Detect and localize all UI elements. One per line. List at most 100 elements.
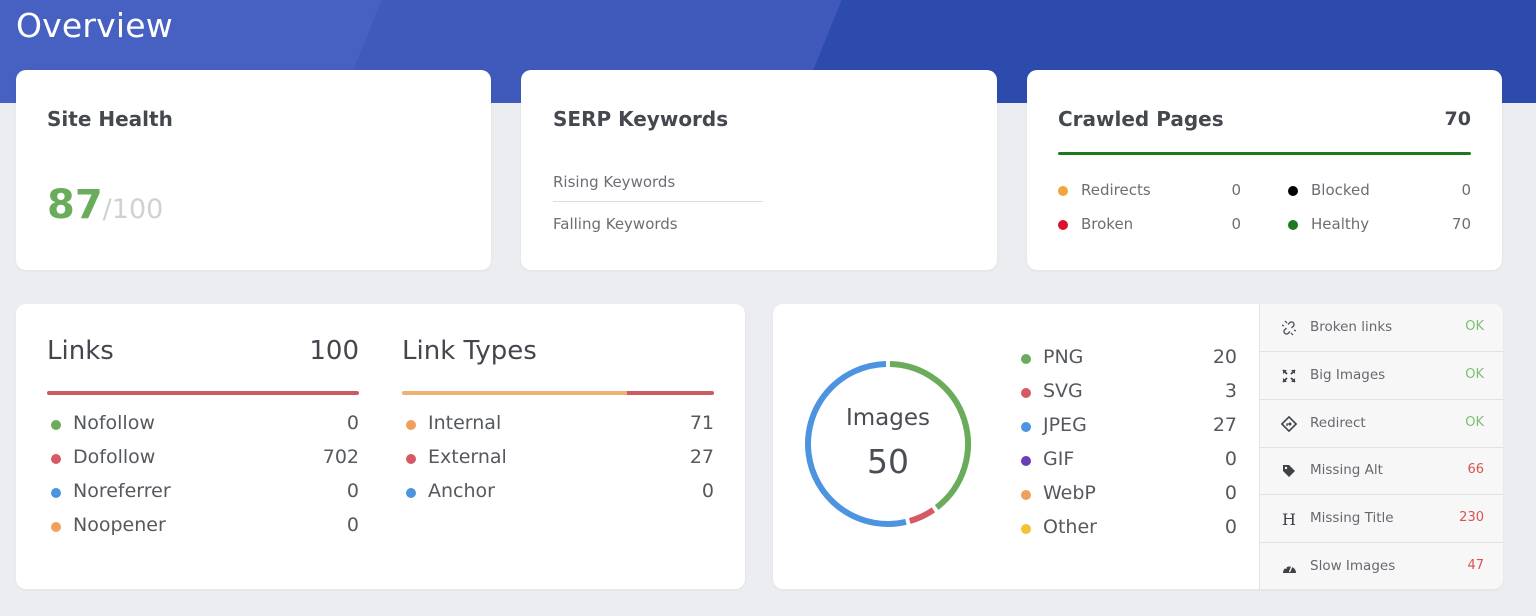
legend-label: GIF <box>1043 448 1075 470</box>
health-score-value: 87 <box>47 182 103 228</box>
health-score: 87/100 <box>47 182 163 228</box>
issue-value: OK <box>1465 319 1484 334</box>
legend-value: 71 <box>689 412 714 434</box>
crawled-item-broken[interactable]: Broken 0 <box>1058 215 1241 235</box>
issue-value: 230 <box>1459 510 1484 525</box>
status-dot <box>1288 186 1298 196</box>
legend-value: 3 <box>1224 380 1237 402</box>
crawled-item-value: 0 <box>1231 181 1241 199</box>
crawled-item-value: 0 <box>1461 181 1471 199</box>
issue-row-missing-title[interactable]: H Missing Title 230 <box>1260 495 1503 543</box>
image-type-item-png[interactable]: PNG 20 <box>1019 346 1237 370</box>
crawled-pages-card: Crawled Pages 70 Redirects 0 Blocked 0 B… <box>1027 70 1502 270</box>
crawled-item-label: Blocked <box>1311 181 1370 199</box>
links-item-dofollow[interactable]: Dofollow 702 <box>47 446 359 470</box>
legend-label: External <box>428 446 507 468</box>
donut-center-title: Images <box>845 405 930 431</box>
issue-label: Missing Title <box>1310 510 1394 526</box>
rising-keywords-link[interactable]: Rising Keywords <box>553 173 763 202</box>
legend-value: 0 <box>346 480 359 502</box>
links-bar <box>47 391 359 395</box>
legend-label: Nofollow <box>73 412 155 434</box>
crawled-item-healthy[interactable]: Healthy 70 <box>1288 215 1471 235</box>
link-types-bar-segment <box>402 391 627 395</box>
tag-icon <box>1280 462 1298 480</box>
donut-segment-svg[interactable] <box>908 507 936 524</box>
link-type-item-anchor[interactable]: Anchor 0 <box>402 480 714 504</box>
link-type-item-external[interactable]: External 27 <box>402 446 714 470</box>
card-title: Site Health <box>47 107 173 131</box>
links-title: Links <box>47 336 114 366</box>
issue-label: Missing Alt <box>1310 462 1383 478</box>
link-types-bar <box>402 391 714 395</box>
legend-value: 27 <box>689 446 714 468</box>
images-card: Images 50 PNG 20 SVG 3 JPEG 27 GIF 0 WebP 0 Other 0… <box>773 304 1503 589</box>
legend-label: Noopener <box>73 514 166 536</box>
legend-dot <box>406 488 416 498</box>
issue-row-broken-links[interactable]: Broken links OK <box>1260 304 1503 352</box>
legend-dot <box>406 454 416 464</box>
legend-label: Noreferrer <box>73 480 171 502</box>
issue-row-redirect[interactable]: Redirect OK <box>1260 400 1503 448</box>
image-issues-panel: Broken links OK Big Images OK Redirect O… <box>1259 304 1503 589</box>
legend-dot <box>51 420 61 430</box>
card-title: SERP Keywords <box>553 107 729 131</box>
falling-keywords-link[interactable]: Falling Keywords <box>553 215 763 233</box>
issue-row-slow-images[interactable]: Slow Images 47 <box>1260 543 1503 589</box>
crawled-item-redirects[interactable]: Redirects 0 <box>1058 181 1241 201</box>
legend-value: 0 <box>346 412 359 434</box>
page-title: Overview <box>16 6 173 45</box>
legend-value: 702 <box>322 446 359 468</box>
legend-dot <box>1021 490 1031 500</box>
legend-dot <box>1021 354 1031 364</box>
legend-label: Internal <box>428 412 502 434</box>
status-dot <box>1058 186 1068 196</box>
redirect-sign-icon <box>1280 415 1298 433</box>
donut-segment-png[interactable] <box>889 361 971 510</box>
image-type-item-other[interactable]: Other 0 <box>1019 516 1237 540</box>
legend-value: 0 <box>346 514 359 536</box>
legend-value: 0 <box>1224 516 1237 538</box>
link-type-item-internal[interactable]: Internal 71 <box>402 412 714 436</box>
image-type-item-webp[interactable]: WebP 0 <box>1019 482 1237 506</box>
legend-dot <box>406 420 416 430</box>
links-bar-segment <box>47 391 359 395</box>
legend-dot <box>51 488 61 498</box>
links-item-nofollow[interactable]: Nofollow 0 <box>47 412 359 436</box>
legend-label: JPEG <box>1043 414 1087 436</box>
expand-icon <box>1280 367 1298 385</box>
legend-label: Other <box>1043 516 1097 538</box>
crawled-item-label: Broken <box>1081 215 1134 233</box>
site-health-card[interactable]: Site Health 87/100 <box>16 70 491 270</box>
links-item-noreferrer[interactable]: Noreferrer 0 <box>47 480 359 504</box>
legend-dot <box>51 454 61 464</box>
crawled-item-label: Healthy <box>1311 215 1370 233</box>
issue-row-big-images[interactable]: Big Images OK <box>1260 352 1503 400</box>
image-type-item-jpeg[interactable]: JPEG 27 <box>1019 414 1237 438</box>
crawled-item-blocked[interactable]: Blocked 0 <box>1288 181 1471 201</box>
image-type-item-gif[interactable]: GIF 0 <box>1019 448 1237 472</box>
issue-value: 66 <box>1467 462 1484 477</box>
broken-link-icon <box>1280 319 1298 337</box>
image-type-item-svg[interactable]: SVG 3 <box>1019 380 1237 404</box>
issue-value: OK <box>1465 367 1484 382</box>
links-item-noopener[interactable]: Noopener 0 <box>47 514 359 538</box>
issue-value: OK <box>1465 415 1484 430</box>
heading-icon: H <box>1282 509 1296 529</box>
legend-value: 0 <box>1224 482 1237 504</box>
legend-dot <box>1021 422 1031 432</box>
link-types-bar-segment <box>626 391 714 395</box>
legend-dot <box>1021 524 1031 534</box>
legend-label: Dofollow <box>73 446 156 468</box>
serp-keywords-card: SERP Keywords Rising Keywords Falling Ke… <box>521 70 997 270</box>
legend-value: 27 <box>1212 414 1237 436</box>
legend-value: 0 <box>701 480 714 502</box>
crawled-status-bar <box>1058 152 1471 155</box>
issue-row-missing-alt[interactable]: Missing Alt 66 <box>1260 447 1503 495</box>
crawled-total: 70 <box>1444 108 1471 130</box>
issue-label: Slow Images <box>1310 558 1396 574</box>
links-total: 100 <box>309 336 359 366</box>
card-title: Crawled Pages <box>1058 107 1224 131</box>
issue-label: Broken links <box>1310 319 1393 335</box>
status-dot <box>1058 220 1068 230</box>
